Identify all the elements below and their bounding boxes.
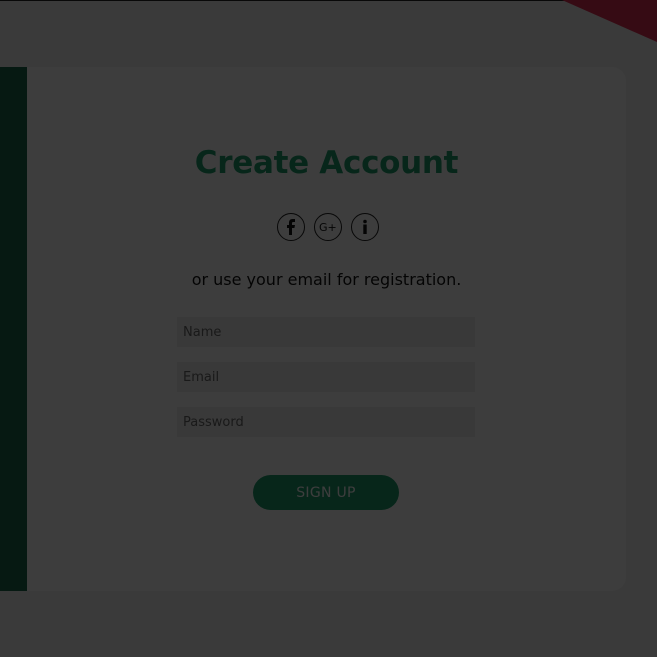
registration-hint: or use your email for registration. [191,270,462,289]
top-divider [0,0,657,1]
signup-form: Create Account G+ or use your email for … [27,67,626,591]
name-input[interactable] [177,317,475,347]
signup-button[interactable]: SIGN UP [253,475,399,510]
svg-text:G+: G+ [319,221,337,233]
linkedin-button[interactable] [351,213,379,241]
side-panel [0,67,27,591]
email-input[interactable] [177,362,475,392]
decorative-corner-shape [562,0,657,42]
app-viewport: Create Account G+ or use your email for … [0,0,657,657]
linkedin-icon [359,219,371,235]
google-plus-button[interactable]: G+ [314,213,342,241]
facebook-icon [285,219,297,235]
password-input[interactable] [177,407,475,437]
google-plus-icon: G+ [319,221,337,233]
social-login-group: G+ [27,213,626,241]
signup-card: Create Account G+ or use your email for … [0,67,626,591]
page-title: Create Account [194,145,459,181]
facebook-button[interactable] [277,213,305,241]
